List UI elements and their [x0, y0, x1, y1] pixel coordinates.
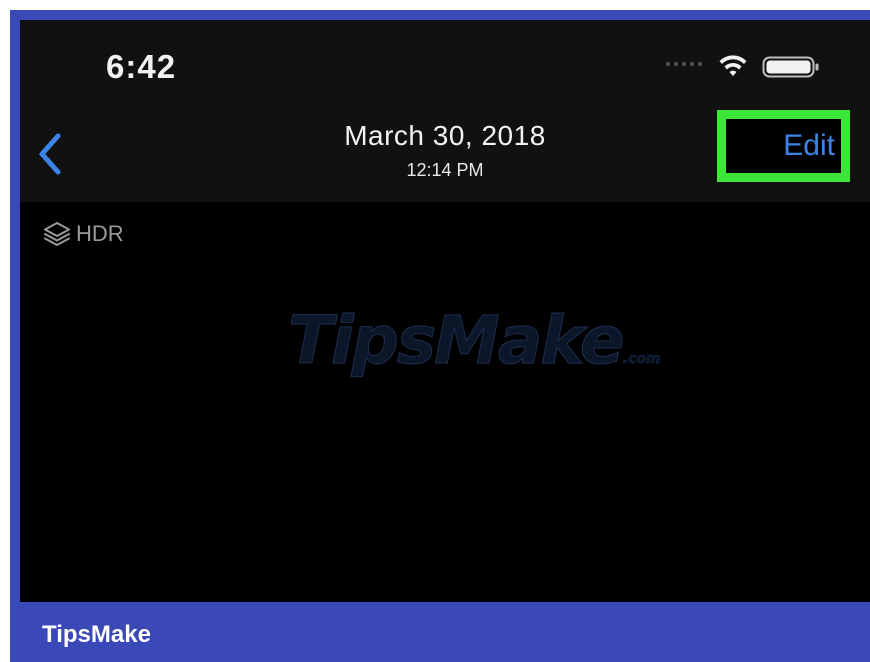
- watermark-suffix: .com: [622, 351, 661, 368]
- watermark-logo: TipsMake.com: [288, 302, 661, 380]
- phone-screen: 6:42 March 30, 2018 12:14 PM Edit HDR Ti…: [20, 20, 870, 602]
- status-time: 6:42: [106, 48, 177, 85]
- edit-button[interactable]: Edit: [717, 110, 850, 182]
- hdr-badge: HDR: [42, 220, 124, 248]
- wifi-icon: [719, 55, 747, 76]
- watermark-text: TipsMake: [288, 302, 626, 380]
- photo-time: 12:14 PM: [406, 160, 484, 180]
- chevron-left-icon: [39, 133, 61, 175]
- cellular-dots-icon: [666, 62, 702, 66]
- top-bar: 6:42 March 30, 2018 12:14 PM Edit: [20, 20, 870, 202]
- layers-icon: [44, 222, 70, 246]
- photo-date: March 30, 2018: [344, 120, 546, 151]
- nav-title: March 30, 2018 12:14 PM: [270, 120, 620, 181]
- hdr-label: HDR: [76, 221, 124, 246]
- brand-label: TipsMake: [42, 621, 151, 648]
- back-button[interactable]: [36, 132, 64, 181]
- battery-icon: [762, 56, 819, 78]
